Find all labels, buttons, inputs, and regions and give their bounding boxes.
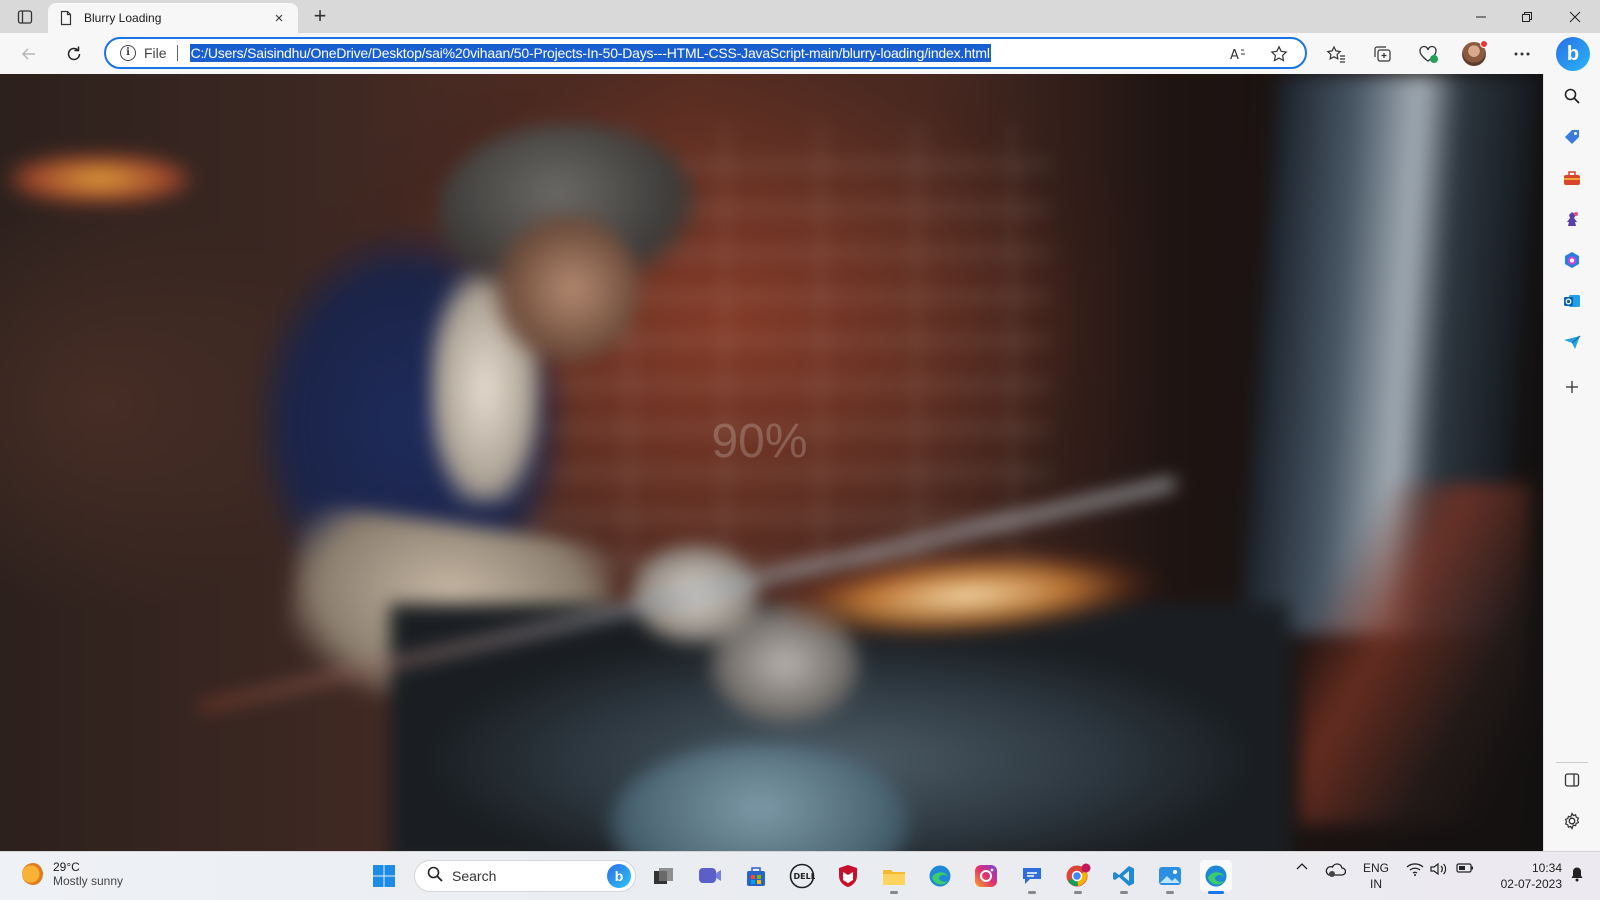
taskbar-search-icon [427, 866, 443, 886]
svg-text:A: A [1230, 48, 1239, 62]
microsoft365-icon[interactable] [1558, 246, 1586, 274]
chat-icon[interactable] [1016, 860, 1048, 894]
start-icon[interactable] [368, 860, 400, 892]
dell-icon[interactable]: DELL [786, 860, 818, 892]
tab-close-icon[interactable]: × [270, 10, 288, 27]
clock[interactable]: 10:34 02-07-2023 [1490, 860, 1562, 892]
clock-time: 10:34 [1531, 861, 1562, 875]
tools-icon[interactable] [1558, 164, 1586, 192]
add-icon[interactable] [1558, 373, 1586, 401]
tab-actions-icon[interactable] [12, 6, 38, 28]
taskbar-search-placeholder: Search [452, 868, 497, 884]
chrome-icon[interactable] [1062, 860, 1094, 894]
windows-taskbar: 29°C Mostly sunny Search b DELL ENG IN 1… [0, 851, 1600, 900]
store-icon[interactable] [740, 860, 772, 892]
games-icon[interactable] [1558, 205, 1586, 233]
read-aloud-icon[interactable]: A [1228, 43, 1250, 65]
search-icon[interactable] [1558, 82, 1586, 110]
drop-icon[interactable] [1558, 328, 1586, 356]
shopping-icon[interactable] [1558, 123, 1586, 151]
language-indicator[interactable]: ENG IN [1363, 860, 1389, 892]
info-icon[interactable]: i [120, 45, 136, 61]
browser-essentials-icon[interactable] [1414, 40, 1442, 68]
edge-sidebar [1543, 74, 1600, 851]
sidebar-divider [1556, 762, 1588, 763]
browser-toolbar: i File C:/Users/Saisindhu/OneDrive/Deskt… [0, 33, 1600, 74]
show-hidden-icons-icon[interactable] [1292, 862, 1312, 870]
scheme-label: File [144, 45, 167, 61]
copilot-icon[interactable]: b [1556, 37, 1590, 71]
weather-widget[interactable]: 29°C Mostly sunny [22, 860, 123, 888]
back-icon[interactable] [15, 40, 43, 68]
settings-icon[interactable] [1558, 807, 1586, 835]
refresh-icon[interactable] [60, 40, 88, 68]
minimize-icon[interactable] [1458, 0, 1504, 33]
restore-icon[interactable] [1504, 0, 1550, 33]
page-content: 90% [0, 74, 1543, 851]
loading-percentage: 90% [711, 415, 808, 468]
close-icon[interactable] [1552, 0, 1598, 33]
bing-icon[interactable]: b [607, 864, 631, 888]
photos-icon[interactable] [1154, 860, 1186, 894]
svg-text:DELL: DELL [794, 872, 816, 881]
wifi-icon[interactable] [1404, 862, 1426, 876]
url-text[interactable]: C:/Users/Saisindhu/OneDrive/Desktop/sai%… [189, 44, 991, 62]
collections-icon[interactable] [1368, 40, 1396, 68]
favorites-icon[interactable] [1322, 40, 1350, 68]
more-icon[interactable] [1508, 40, 1536, 68]
mcafee-icon[interactable] [832, 860, 864, 892]
outlook-icon[interactable] [1558, 287, 1586, 315]
address-bar[interactable]: i File C:/Users/Saisindhu/OneDrive/Deskt… [104, 37, 1307, 69]
teams-icon[interactable] [694, 860, 726, 892]
instagram-icon[interactable] [970, 860, 1002, 892]
volume-icon[interactable] [1428, 862, 1450, 876]
tab-title: Blurry Loading [84, 11, 162, 25]
weather-condition: Mostly sunny [53, 874, 124, 888]
favorite-star-icon[interactable] [1268, 43, 1290, 65]
browser-tab[interactable]: Blurry Loading × [48, 3, 298, 33]
battery-icon[interactable] [1454, 862, 1476, 874]
address-separator [176, 45, 178, 61]
file-explorer-icon[interactable] [878, 860, 910, 894]
weather-sun-icon [22, 863, 44, 885]
edge-active-icon[interactable] [1200, 860, 1232, 894]
notification-bell-icon[interactable] [1566, 866, 1588, 882]
page-icon [60, 10, 72, 26]
weather-temperature: 29°C [53, 860, 80, 874]
split-screen-icon[interactable] [1558, 766, 1586, 794]
new-tab-button[interactable]: + [307, 5, 333, 29]
edge-icon[interactable] [924, 860, 956, 892]
onedrive-sync-icon[interactable] [1322, 862, 1348, 878]
taskbar-search[interactable]: Search b [414, 860, 636, 892]
vscode-icon[interactable] [1108, 860, 1140, 894]
profile-avatar[interactable] [1462, 40, 1488, 66]
clock-date: 02-07-2023 [1500, 877, 1562, 891]
task-view-icon[interactable] [648, 860, 680, 892]
title-bar: Blurry Loading × + [0, 0, 1600, 33]
